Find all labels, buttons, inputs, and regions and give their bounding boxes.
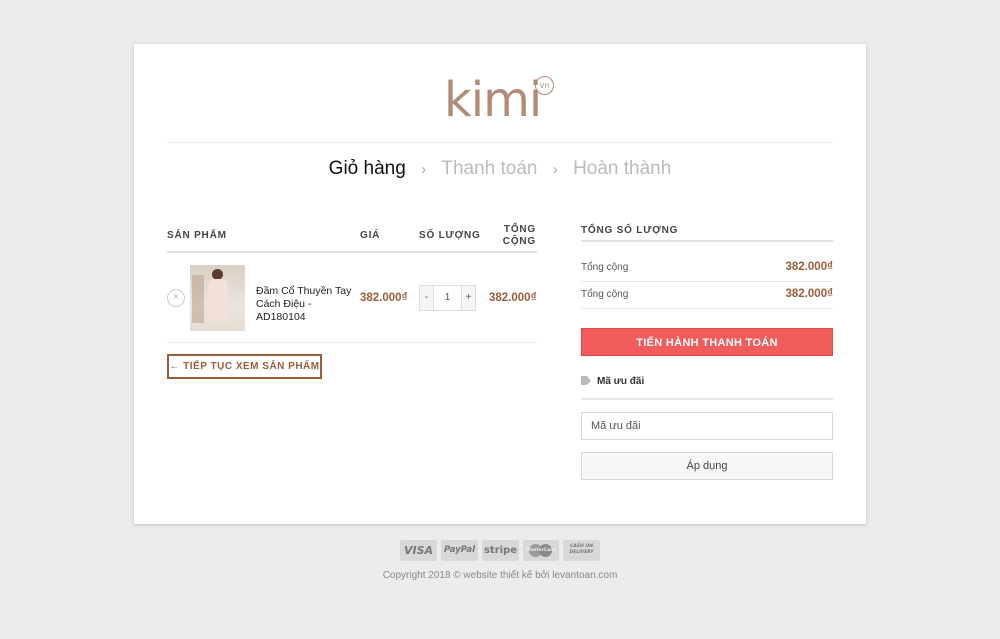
step-complete: Hoàn thành (573, 158, 672, 179)
table-header-divider (167, 251, 537, 253)
product-price: 382.000₫ (360, 292, 408, 304)
quantity-input[interactable]: 1 (434, 285, 461, 311)
cash-on-delivery-icon: CASH ON DELIVERY (563, 540, 600, 561)
mastercard-icon: MasterCard (523, 540, 559, 561)
coupon-heading: Mã ưu đãi (581, 376, 644, 387)
paypal-icon: PayPal (441, 540, 478, 561)
tag-icon (581, 376, 591, 385)
summary-row-label: Tổng cộng (581, 262, 629, 273)
chevron-right-icon: › (552, 160, 558, 178)
coupon-divider (581, 398, 833, 400)
cart-card: kimi vn Giỏ hàng › Thanh toán › Hoàn thà… (134, 44, 866, 524)
apply-coupon-button[interactable]: Áp dụng (581, 452, 833, 480)
product-subtotal: 382.000₫ (489, 292, 537, 304)
summary-title-divider (581, 240, 833, 242)
summary-row-value: 382.000₫ (785, 288, 833, 300)
visa-icon: VISA (400, 540, 437, 561)
summary-divider (581, 281, 833, 282)
copyright-text: Copyright 2018 © website thiết kế bởi le… (382, 570, 618, 581)
product-name[interactable]: Đầm Cổ Thuyền Tay Cách Điệu - AD180104 (256, 285, 356, 324)
header-price: GIÁ (360, 230, 381, 241)
remove-item-icon[interactable]: × (167, 289, 185, 307)
header-divider (167, 142, 833, 143)
header-quantity: SỐ LƯỢNG (419, 230, 481, 241)
chevron-right-icon: › (421, 160, 427, 178)
product-thumbnail[interactable] (190, 265, 245, 331)
summary-row: Tổng cộng 382.000₫ (581, 288, 833, 300)
logo-text: kimi (444, 72, 542, 128)
header-total-line1: TỔNG (503, 224, 536, 235)
summary-row-value: 382.000₫ (785, 261, 833, 273)
step-cart[interactable]: Giỏ hàng (329, 158, 406, 180)
header-total: TỔNG CỘNG (498, 224, 536, 248)
coupon-heading-text: Mã ưu đãi (597, 376, 645, 387)
logo-badge: vn (535, 76, 554, 95)
summary-divider (581, 308, 833, 309)
checkout-button[interactable]: TIẾN HÀNH THANH TOÁN (581, 328, 833, 356)
mastercard-label: MasterCard (526, 548, 556, 553)
quantity-plus-button[interactable]: + (461, 285, 476, 311)
continue-shopping-button[interactable]: ← TIẾP TỤC XEM SẢN PHẨM (167, 354, 322, 379)
summary-row-label: Tổng cộng (581, 289, 629, 300)
coupon-input[interactable] (581, 412, 833, 440)
checkout-steps: Giỏ hàng › Thanh toán › Hoàn thành (134, 158, 866, 180)
brand-logo[interactable]: kimi vn (444, 74, 564, 129)
summary-title: TỔNG SỐ LƯỢNG (581, 225, 679, 236)
summary-row: Tổng cộng 382.000₫ (581, 261, 833, 273)
stripe-icon: stripe (482, 540, 519, 561)
header-product: SẢN PHẨM (167, 230, 227, 241)
header-total-line2: CỘNG (502, 236, 536, 247)
row-divider (167, 342, 537, 343)
step-checkout[interactable]: Thanh toán (441, 158, 537, 180)
quantity-minus-button[interactable]: - (419, 285, 434, 311)
quantity-stepper: - 1 + (419, 285, 476, 311)
